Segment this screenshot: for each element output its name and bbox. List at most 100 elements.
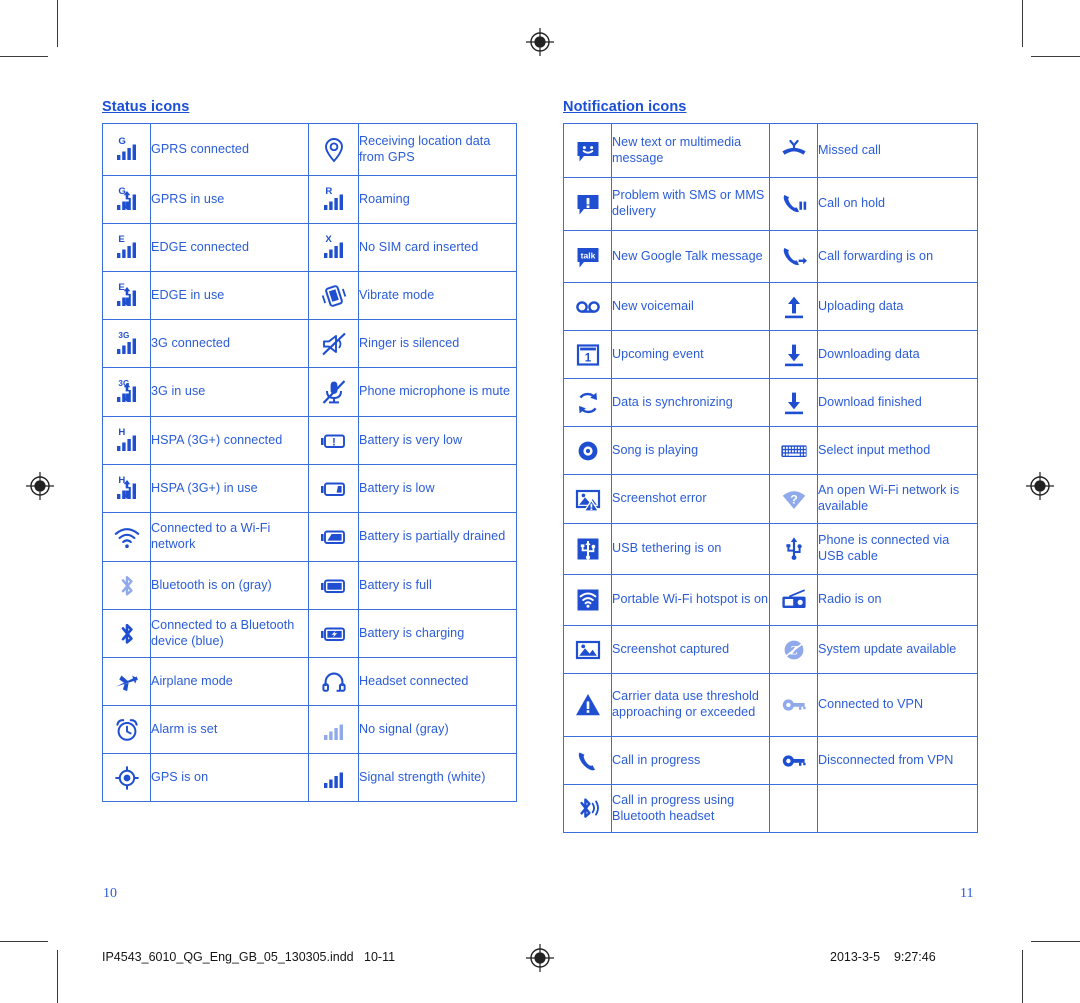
notification_icons-label: Upcoming event — [611, 330, 770, 379]
status_icons-label: Vibrate mode — [358, 271, 517, 320]
svg-text:3G: 3G — [118, 379, 129, 388]
alarm-clock-icon — [102, 705, 151, 754]
gps-on-icon — [102, 753, 151, 802]
wifi-connected-icon — [102, 512, 151, 562]
status_icons-label: HSPA (3G+) connected — [150, 416, 309, 465]
svg-text:G: G — [118, 186, 125, 197]
status_icons-label: GPRS in use — [150, 175, 309, 224]
notification_icons-label: Screenshot error — [611, 474, 770, 524]
battery-very-low-icon: ! — [308, 416, 359, 465]
signal-bars-edge-in-use-icon: E — [102, 271, 151, 320]
footer-filename: IP4543_6010_QG_Eng_GB_05_130305.indd 10-… — [102, 950, 395, 964]
notification_icons-label: New text or multimedia message — [611, 123, 770, 178]
status_icons-label: Bluetooth is on (gray) — [150, 561, 309, 610]
download-data-icon — [769, 330, 818, 379]
status_icons-label: No signal (gray) — [358, 705, 517, 754]
battery-full-icon — [308, 561, 359, 610]
footer-page-range: 10-11 — [364, 950, 396, 964]
carrier-data-warning-icon — [563, 673, 612, 737]
status_icons-label: Airplane mode — [150, 657, 309, 706]
status_icons-label: 3G connected — [150, 319, 309, 368]
registration-mark-right-middle — [1025, 471, 1055, 501]
call-bluetooth-headset-icon — [563, 784, 612, 833]
notification_icons-label: New Google Talk message — [611, 230, 770, 283]
status_icons-label: Battery is low — [358, 464, 517, 513]
select-input-method-keyboard-icon — [769, 426, 818, 475]
notification_icons-label: Carrier data use threshold approaching o… — [611, 673, 770, 737]
notification_icons-label: Call on hold — [817, 177, 978, 231]
svg-text:3G: 3G — [118, 331, 129, 340]
table-row: Data is synchronizing Download finished — [563, 378, 978, 427]
signal-bars-gprs-in-use-icon: G — [102, 175, 151, 224]
notification_icons-label: Screenshot captured — [611, 625, 770, 674]
signal-bars-no-sim-icon: X — [308, 223, 359, 272]
svg-text:!: ! — [332, 436, 336, 448]
crop-mark-top-left-vertical — [57, 0, 58, 47]
status_icons-label: No SIM card inserted — [358, 223, 517, 272]
table-row: Portable Wi-Fi hotspot is on Radio is on — [563, 574, 978, 626]
table-row: 3G 3G in use Phone microphone is mute — [102, 367, 517, 417]
bluetooth-connected-blue-icon — [102, 609, 151, 658]
notification-icons-heading: Notification icons — [563, 99, 687, 115]
radio-on-icon — [769, 574, 818, 626]
table-row: Call in progress Disconnected from VPN — [563, 736, 978, 785]
svg-text:G: G — [118, 136, 125, 147]
screenshot-captured-icon — [563, 625, 612, 674]
data-sync-icon — [563, 378, 612, 427]
status_icons-label: HSPA (3G+) in use — [150, 464, 309, 513]
svg-text:E: E — [118, 282, 125, 293]
table-row: USB tethering is on Phone is connected vi… — [563, 523, 978, 575]
footer-timestamp: 2013-3-5 9:27:46 — [830, 950, 936, 964]
table-row: 3G 3G connected Ringer is silenced — [102, 319, 517, 368]
status_icons-label: Connected to a Bluetooth device (blue) — [150, 609, 309, 658]
notification_icons-label: New voicemail — [611, 282, 770, 331]
table-row: Connected to a Bluetooth device (blue) Ba… — [102, 609, 517, 658]
signal-bars-hspa-in-use-icon: H — [102, 464, 151, 513]
notification_icons-label: Portable Wi-Fi hotspot is on — [611, 574, 770, 626]
notification_icons-label: Call in progress using Bluetooth headset — [611, 784, 770, 833]
signal-bars-signal-strength-white-icon — [308, 753, 359, 802]
footer-filename-text: IP4543_6010_QG_Eng_GB_05_130305.indd — [102, 950, 354, 964]
airplane-mode-icon — [102, 657, 151, 706]
footer-date: 2013-3-5 — [830, 950, 881, 964]
notification_icons-label: Disconnected from VPN — [817, 736, 978, 785]
google-talk-icon: talk — [563, 230, 612, 283]
crop-mark-bottom-right-horizontal — [1031, 941, 1080, 942]
status_icons-label: Battery is very low — [358, 416, 517, 465]
notification_icons-label: USB tethering is on — [611, 523, 770, 575]
icon-cell-empty — [769, 784, 818, 833]
table-row: GPS is on Signal strength (white) — [102, 753, 517, 802]
notification-icons-table: New text or multimedia message Missed cal… — [563, 123, 978, 833]
printed-page-sheet: Status icons G GPRS connected Receiving lo… — [0, 0, 1080, 1003]
notification_icons-label: Downloading data — [817, 330, 978, 379]
table-row: Airplane mode Headset connected — [102, 657, 517, 706]
notification_icons-label: Connected to VPN — [817, 673, 978, 737]
notification_icons-label: Missed call — [817, 123, 978, 178]
notification_icons-label: Call in progress — [611, 736, 770, 785]
vibrate-mode-icon — [308, 271, 359, 320]
call-forwarding-icon — [769, 230, 818, 283]
new-message-smiley-icon — [563, 123, 612, 178]
svg-text:H: H — [118, 427, 125, 438]
right-page-number: 11 — [960, 886, 974, 901]
notification_icons-label: Radio is on — [817, 574, 978, 626]
signal-bars-edge-connected-icon: E — [102, 223, 151, 272]
footer-time: 9:27:46 — [893, 950, 936, 964]
status-icons-heading: Status icons — [102, 99, 190, 115]
left-page-number: 10 — [103, 886, 117, 901]
svg-text:?: ? — [790, 492, 798, 506]
notification_icons-label: Call forwarding is on — [817, 230, 978, 283]
crop-mark-bottom-left-vertical — [57, 950, 58, 1003]
status_icons-label: Receiving location data from GPS — [358, 123, 517, 176]
missed-call-icon — [769, 123, 818, 178]
usb-tethering-icon — [563, 523, 612, 575]
table-row: Screenshot error? An open Wi-Fi network i… — [563, 474, 978, 524]
table-row: Call in progress using Bluetooth headset — [563, 784, 978, 833]
crop-mark-bottom-left-horizontal — [0, 941, 48, 942]
status_icons-label: Battery is full — [358, 561, 517, 610]
table-row: G GPRS in use R Roaming — [102, 175, 517, 224]
microphone-mute-icon — [308, 367, 359, 417]
signal-bars-roaming-icon: R — [308, 175, 359, 224]
battery-partially-drained-icon — [308, 512, 359, 562]
table-row: E EDGE in use Vibrate mode — [102, 271, 517, 320]
